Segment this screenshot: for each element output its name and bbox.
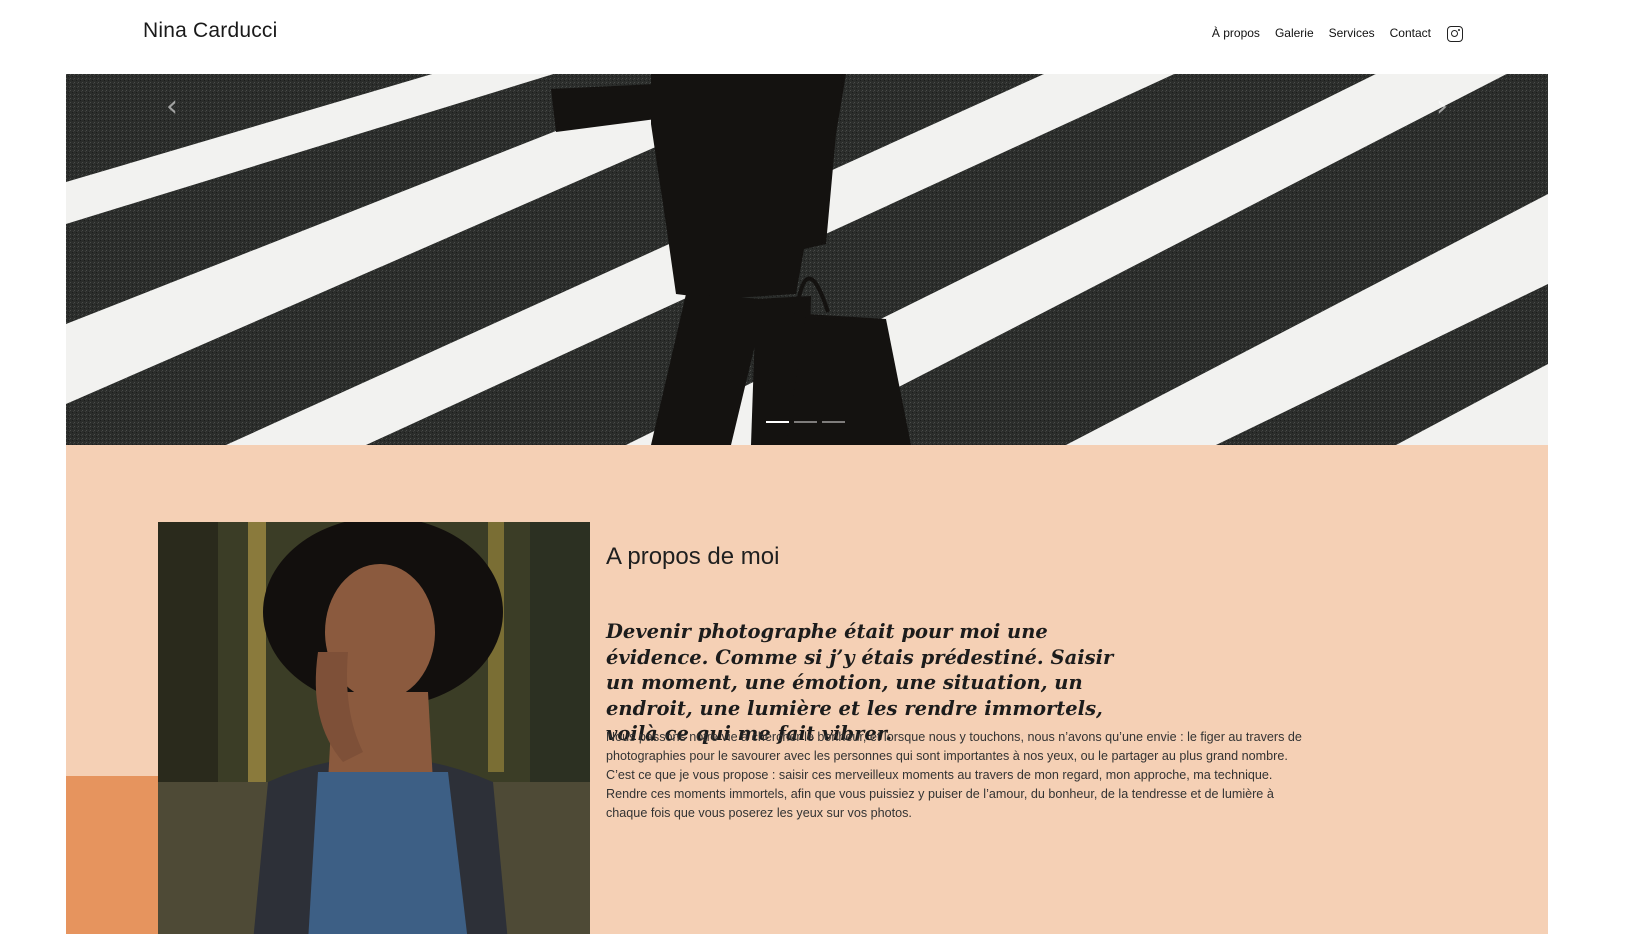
accent-block bbox=[66, 776, 158, 934]
main-nav: À propos Galerie Services Contact bbox=[1212, 25, 1463, 42]
nav-link-galerie[interactable]: Galerie bbox=[1275, 26, 1314, 40]
instagram-icon[interactable] bbox=[1447, 26, 1463, 42]
nav-link-contact[interactable]: Contact bbox=[1390, 26, 1431, 40]
hero-carousel: ‹ › bbox=[66, 74, 1548, 445]
about-text: Nous passons notre vie à chercher le bon… bbox=[606, 730, 1302, 820]
carousel-indicators bbox=[766, 421, 845, 423]
carousel-prev-icon[interactable]: ‹ bbox=[166, 89, 178, 124]
site-header: Nina Carducci À propos Galerie Services … bbox=[0, 0, 1625, 74]
carousel-indicator[interactable] bbox=[766, 421, 789, 423]
nav-link-services[interactable]: Services bbox=[1329, 26, 1375, 40]
portrait-image bbox=[158, 522, 590, 934]
about-title: A propos de moi bbox=[606, 543, 780, 570]
about-section: A propos de moi Devenir photographe étai… bbox=[66, 445, 1548, 934]
crosswalk-image bbox=[66, 74, 1548, 445]
carousel-indicator[interactable] bbox=[794, 421, 817, 423]
portrait-photo bbox=[158, 522, 590, 934]
carousel-next-icon[interactable]: › bbox=[1436, 89, 1448, 124]
site-logo[interactable]: Nina Carducci bbox=[143, 19, 278, 43]
carousel-indicator[interactable] bbox=[822, 421, 845, 423]
nav-link-a-propos[interactable]: À propos bbox=[1212, 26, 1260, 40]
